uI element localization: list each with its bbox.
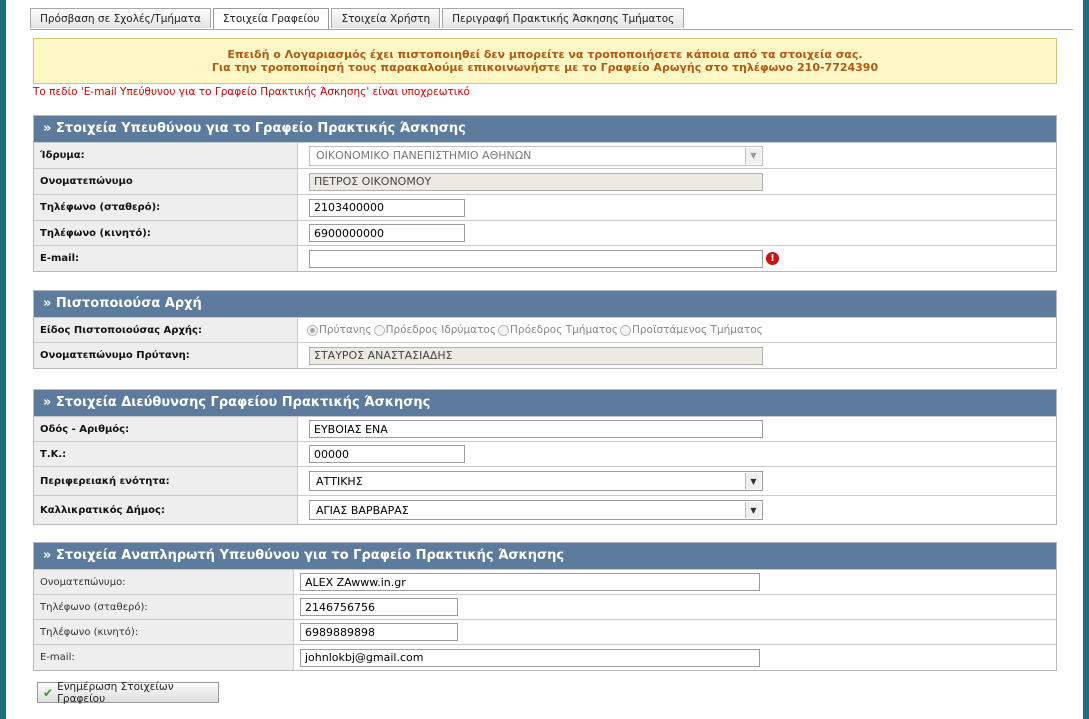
municipality-select[interactable]: ΑΓΙΑΣ ΒΑΡΒΑΡΑΣ ▼ (309, 500, 763, 520)
institution-value: ΟΙΚΟΝΟΜΙΚΟ ΠΑΝΕΠΙΣΤΗΜΙΟ ΑΘΗΝΩΝ (316, 149, 532, 162)
responsible-mobile-field[interactable] (309, 224, 465, 242)
deputy-email-row: E-mail: (34, 644, 1056, 670)
zip-label: Τ.Κ.: (34, 442, 298, 466)
institution-label: Ίδρυμα: (34, 143, 298, 168)
error-icon: ! (766, 252, 779, 265)
deputy-email-label: E-mail: (34, 645, 294, 670)
region-value: ΑΤΤΙΚΗΣ (316, 474, 363, 488)
municipality-label: Καλλικρατικός Δήμος: (34, 496, 298, 524)
section-title: » Στοιχεία Υπευθύνου για το Γραφείο Πρακ… (34, 116, 1056, 142)
street-field[interactable] (309, 420, 763, 438)
update-button-label: Ενημέρωση Στοιχείων Γραφείου (57, 680, 174, 705)
region-row: Περιφερειακή ενότητα: ΑΤΤΙΚΗΣ ▼ (34, 466, 1056, 495)
deputy-mobile-label: Τηλέφωνο (κινητό): (34, 620, 294, 644)
radio-institution-president[interactable]: Πρόεδρος Ιδρύματος (373, 324, 496, 336)
email-label: E-mail: (34, 246, 298, 271)
phone-row: Τηλέφωνο (σταθερό): (34, 194, 1056, 220)
radio-rector[interactable]: Πρύτανης (307, 324, 372, 336)
address-section: » Στοιχεία Διεύθυνσης Γραφείου Πρακτικής… (33, 389, 1057, 525)
radio-department-president[interactable]: Πρόεδρος Τμήματος (498, 324, 618, 336)
deputy-mobile-row: Τηλέφωνο (κινητό): (34, 619, 1056, 644)
mobile-row: Τηλέφωνο (κινητό): (34, 220, 1056, 245)
region-label: Περιφερειακή ενότητα: (34, 467, 298, 495)
institution-select[interactable]: ΟΙΚΟΝΟΜΙΚΟ ΠΑΝΕΠΙΣΤΗΜΙΟ ΑΘΗΝΩΝ ▼ (309, 145, 763, 166)
street-row: Οδός - Αριθμός: (34, 416, 1056, 441)
radio-department-head[interactable]: Προϊστάμενος Τμήματος (619, 324, 763, 336)
section-title: » Πιστοποιούσα Αρχή (34, 291, 1056, 317)
phone-label: Τηλέφωνο (σταθερό): (34, 195, 298, 220)
municipality-row: Καλλικρατικός Δήμος: ΑΓΙΑΣ ΒΑΡΒΑΡΑΣ ▼ (34, 495, 1056, 524)
checkmark-icon: ✔ (43, 685, 54, 700)
authority-type-label: Είδος Πιστοποιούσας Αρχής: (34, 318, 298, 342)
institution-row: Ίδρυμα: ΟΙΚΟΝΟΜΙΚΟ ΠΑΝΕΠΙΣΤΗΜΙΟ ΑΘΗΝΩΝ ▼ (34, 142, 1056, 168)
notice-line-1: Επειδή ο Λογαριασμός έχει πιστοποιηθεί δ… (227, 48, 863, 61)
responsible-email-field[interactable] (309, 249, 763, 268)
email-row: E-mail: ! (34, 245, 1056, 271)
deputy-name-row: Ονοματεπώνυμο: (34, 569, 1056, 594)
tab-divider (30, 29, 1073, 30)
authority-type-radio-group: Πρύτανης Πρόεδρος Ιδρύματος Πρόεδρος Τμή… (307, 324, 765, 336)
rector-name-field[interactable] (309, 346, 763, 365)
chevron-down-icon: ▼ (745, 473, 761, 489)
page: Πρόσβαση σε Σχολές/Τμήματα Στοιχεία Γραφ… (6, 0, 1083, 719)
tab-office-details[interactable]: Στοιχεία Γραφείου (212, 8, 330, 30)
name-row: Ονοματεπώνυμο (34, 168, 1056, 194)
locked-account-notice: Επειδή ο Λογαριασμός έχει πιστοποιηθεί δ… (33, 38, 1057, 84)
deputy-name-field[interactable] (300, 573, 760, 591)
tab-user-details[interactable]: Στοιχεία Χρήστη (331, 8, 441, 28)
radio-dot (619, 324, 631, 336)
zip-field[interactable] (309, 445, 465, 463)
zip-row: Τ.Κ.: (34, 441, 1056, 466)
radio-dot (307, 324, 318, 336)
tab-school-access[interactable]: Πρόσβαση σε Σχολές/Τμήματα (30, 8, 211, 28)
responsible-section: » Στοιχεία Υπευθύνου για το Γραφείο Πρακ… (33, 115, 1057, 272)
deputy-mobile-field[interactable] (300, 623, 458, 641)
deputy-section: » Στοιχεία Αναπληρωτή Υπευθύνου για το Γ… (33, 542, 1057, 671)
update-office-button[interactable]: ✔ Ενημέρωση Στοιχείων Γραφείου (37, 680, 219, 705)
deputy-phone-field[interactable] (300, 598, 458, 616)
tab-internship-description[interactable]: Περιγραφή Πρακτικής Άσκησης Τμήματος (442, 8, 685, 28)
authority-type-row: Είδος Πιστοποιούσας Αρχής: Πρύτανης Πρόε… (34, 317, 1056, 342)
street-label: Οδός - Αριθμός: (34, 417, 298, 441)
rector-label: Ονοματεπώνυμο Πρύτανη: (34, 343, 298, 368)
section-title: » Στοιχεία Διεύθυνσης Γραφείου Πρακτικής… (34, 390, 1056, 416)
region-select[interactable]: ΑΤΤΙΚΗΣ ▼ (309, 471, 763, 491)
tab-bar: Πρόσβαση σε Σχολές/Τμήματα Στοιχεία Γραφ… (30, 8, 686, 30)
deputy-name-label: Ονοματεπώνυμο: (34, 570, 294, 594)
notice-line-2: Για την τροποποίησή τους παρακαλούμε επι… (211, 61, 879, 74)
name-label: Ονοματεπώνυμο (34, 169, 298, 194)
responsible-name-field[interactable] (309, 172, 763, 191)
chevron-down-icon: ▼ (745, 147, 761, 164)
authority-section: » Πιστοποιούσα Αρχή Είδος Πιστοποιούσας … (33, 290, 1057, 369)
validation-error-message: Το πεδίο 'E-mail Υπεύθυνου για το Γραφεί… (33, 86, 470, 98)
municipality-value: ΑΓΙΑΣ ΒΑΡΒΑΡΑΣ (316, 503, 409, 517)
rector-row: Ονοματεπώνυμο Πρύτανη: (34, 342, 1056, 368)
chevron-down-icon: ▼ (745, 502, 761, 518)
mobile-label: Τηλέφωνο (κινητό): (34, 221, 298, 245)
deputy-phone-label: Τηλέφωνο (σταθερό): (34, 595, 294, 619)
radio-dot (373, 324, 385, 336)
radio-dot (498, 324, 510, 336)
responsible-phone-field[interactable] (309, 198, 465, 217)
deputy-email-field[interactable] (300, 648, 760, 667)
deputy-phone-row: Τηλέφωνο (σταθερό): (34, 594, 1056, 619)
section-title: » Στοιχεία Αναπληρωτή Υπευθύνου για το Γ… (34, 543, 1056, 569)
